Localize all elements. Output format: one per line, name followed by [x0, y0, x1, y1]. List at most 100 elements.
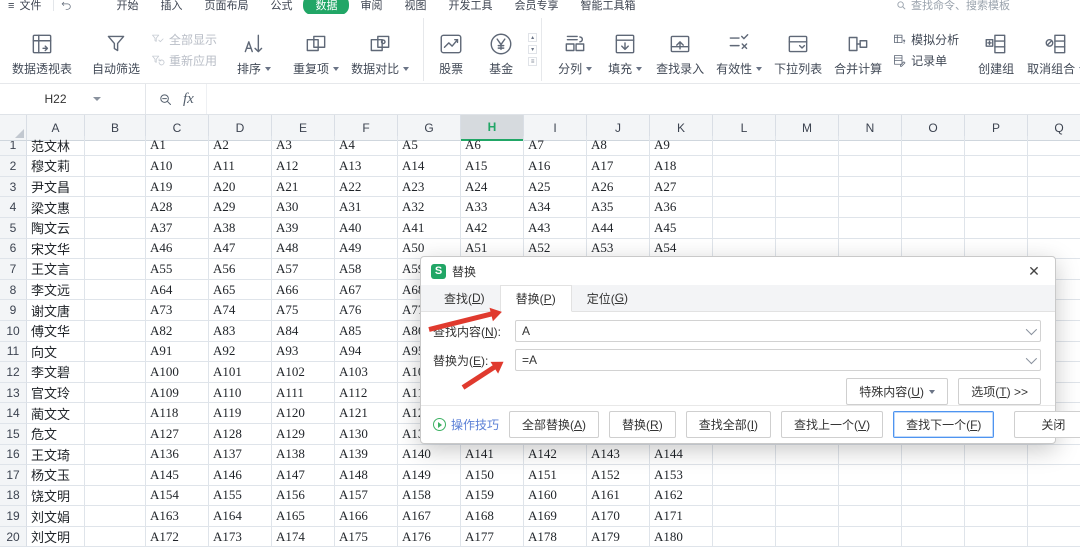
ribbon-button-取消组合[interactable]: 取消组合: [1021, 18, 1080, 81]
find-what-combobox[interactable]: A: [515, 320, 1041, 342]
cell-M17[interactable]: [776, 465, 839, 486]
cell-E7[interactable]: A57: [272, 259, 335, 280]
cell-P2[interactable]: [965, 156, 1028, 177]
menu-tab-视图[interactable]: 视图: [393, 0, 437, 13]
cell-D6[interactable]: A47: [209, 238, 272, 260]
cell-E6[interactable]: A48: [272, 238, 335, 260]
cell-F20[interactable]: A175: [335, 526, 398, 548]
cell-O2[interactable]: [902, 156, 965, 177]
cell-O18[interactable]: [902, 485, 965, 507]
cell-E8[interactable]: A66: [272, 279, 335, 301]
cell-A8[interactable]: 李文远: [27, 279, 85, 301]
cell-B17[interactable]: [85, 465, 146, 486]
formula-input[interactable]: [205, 84, 1080, 114]
cell-F5[interactable]: A40: [335, 217, 398, 239]
cell-A1[interactable]: 范文林: [27, 135, 85, 157]
cell-E15[interactable]: A129: [272, 423, 335, 445]
cell-F19[interactable]: A166: [335, 506, 398, 527]
cell-E1[interactable]: A3: [272, 135, 335, 157]
dialog-button-全部替换[interactable]: 全部替换(A): [509, 411, 600, 438]
cell-D7[interactable]: A56: [209, 259, 272, 280]
cell-C4[interactable]: A28: [146, 197, 209, 218]
dialog-titlebar[interactable]: S 替换 ✕: [421, 257, 1055, 285]
cell-L17[interactable]: [713, 465, 776, 486]
cell-D12[interactable]: A101: [209, 362, 272, 383]
row-header-7[interactable]: 7: [0, 259, 27, 280]
row-header-15[interactable]: 15: [0, 423, 27, 445]
cell-F7[interactable]: A58: [335, 259, 398, 280]
chevron-down-icon[interactable]: [92, 97, 101, 101]
cell-C3[interactable]: A19: [146, 176, 209, 198]
cell-B3[interactable]: [85, 176, 146, 198]
cell-C13[interactable]: A109: [146, 382, 209, 404]
cell-P5[interactable]: [965, 217, 1028, 239]
dialog-button-查找下一个[interactable]: 查找下一个(F): [893, 411, 995, 438]
cell-C8[interactable]: A64: [146, 279, 209, 301]
cell-A14[interactable]: 蔺文文: [27, 403, 85, 424]
cell-H17[interactable]: A150: [461, 465, 524, 486]
cell-I17[interactable]: A151: [524, 465, 587, 486]
cell-C18[interactable]: A154: [146, 485, 209, 507]
cell-O16[interactable]: [902, 444, 965, 466]
dialog-tab-替换[interactable]: 替换(P): [499, 285, 572, 312]
ribbon-button-数据对比[interactable]: 数据对比: [345, 18, 415, 81]
cell-P19[interactable]: [965, 506, 1028, 527]
ribbon-button-查找录入[interactable]: 查找录入: [650, 18, 710, 81]
cell-F1[interactable]: A4: [335, 135, 398, 157]
cell-G19[interactable]: A167: [398, 506, 461, 527]
cell-A5[interactable]: 陶文云: [27, 217, 85, 239]
cell-G16[interactable]: A140: [398, 444, 461, 466]
row-header-19[interactable]: 19: [0, 506, 27, 527]
name-box[interactable]: H22: [0, 84, 146, 114]
cell-N5[interactable]: [839, 217, 902, 239]
close-icon[interactable]: ✕: [1023, 263, 1045, 280]
special-content-button[interactable]: 特殊内容(U): [846, 378, 949, 405]
cell-H18[interactable]: A159: [461, 485, 524, 507]
chevron-down-icon[interactable]: [1025, 352, 1038, 365]
cell-J17[interactable]: A152: [587, 465, 650, 486]
undo-icon[interactable]: [58, 0, 75, 13]
cell-G1[interactable]: A5: [398, 135, 461, 157]
menu-tab-智能工具箱[interactable]: 智能工具箱: [569, 0, 646, 13]
cell-E9[interactable]: A75: [272, 300, 335, 321]
cell-C14[interactable]: A118: [146, 403, 209, 424]
cell-C9[interactable]: A73: [146, 300, 209, 321]
gallery-scroll-control[interactable]: ▴ ▾ ≡: [526, 18, 539, 81]
cell-F12[interactable]: A103: [335, 362, 398, 383]
cell-B12[interactable]: [85, 362, 146, 383]
cell-J5[interactable]: A44: [587, 217, 650, 239]
cell-O20[interactable]: [902, 526, 965, 548]
dialog-tab-定位[interactable]: 定位(G): [572, 285, 643, 311]
cell-L20[interactable]: [713, 526, 776, 548]
cell-C11[interactable]: A91: [146, 341, 209, 363]
cell-E17[interactable]: A147: [272, 465, 335, 486]
cell-L4[interactable]: [713, 197, 776, 218]
cell-L18[interactable]: [713, 485, 776, 507]
cell-C10[interactable]: A82: [146, 320, 209, 342]
ribbon-button-有效性[interactable]: 有效性: [710, 18, 768, 81]
cell-E16[interactable]: A138: [272, 444, 335, 466]
cell-Q17[interactable]: [1028, 465, 1080, 486]
menu-tab-页面布局[interactable]: 页面布局: [193, 0, 259, 13]
ribbon-button-股票[interactable]: 股票: [426, 18, 476, 81]
cell-E2[interactable]: A12: [272, 156, 335, 177]
cell-J2[interactable]: A17: [587, 156, 650, 177]
menu-tab-数据[interactable]: 数据: [303, 0, 350, 14]
cell-E3[interactable]: A21: [272, 176, 335, 198]
cell-D2[interactable]: A11: [209, 156, 272, 177]
cell-Q19[interactable]: [1028, 506, 1080, 527]
cell-E14[interactable]: A120: [272, 403, 335, 424]
cell-J3[interactable]: A26: [587, 176, 650, 198]
cell-B9[interactable]: [85, 300, 146, 321]
dialog-button-替换[interactable]: 替换(R): [609, 411, 676, 438]
cell-E12[interactable]: A102: [272, 362, 335, 383]
ribbon-button-数据透视表[interactable]: 数据透视表: [6, 18, 78, 81]
cell-E20[interactable]: A174: [272, 526, 335, 548]
menu-tab-公式[interactable]: 公式: [259, 0, 303, 13]
zoom-out-icon[interactable]: [158, 92, 173, 107]
cell-I1[interactable]: A7: [524, 135, 587, 157]
ribbon-button-合并计算[interactable]: 合并计算: [828, 18, 888, 81]
cell-F17[interactable]: A148: [335, 465, 398, 486]
cell-A6[interactable]: 宋文华: [27, 238, 85, 260]
cell-D19[interactable]: A164: [209, 506, 272, 527]
